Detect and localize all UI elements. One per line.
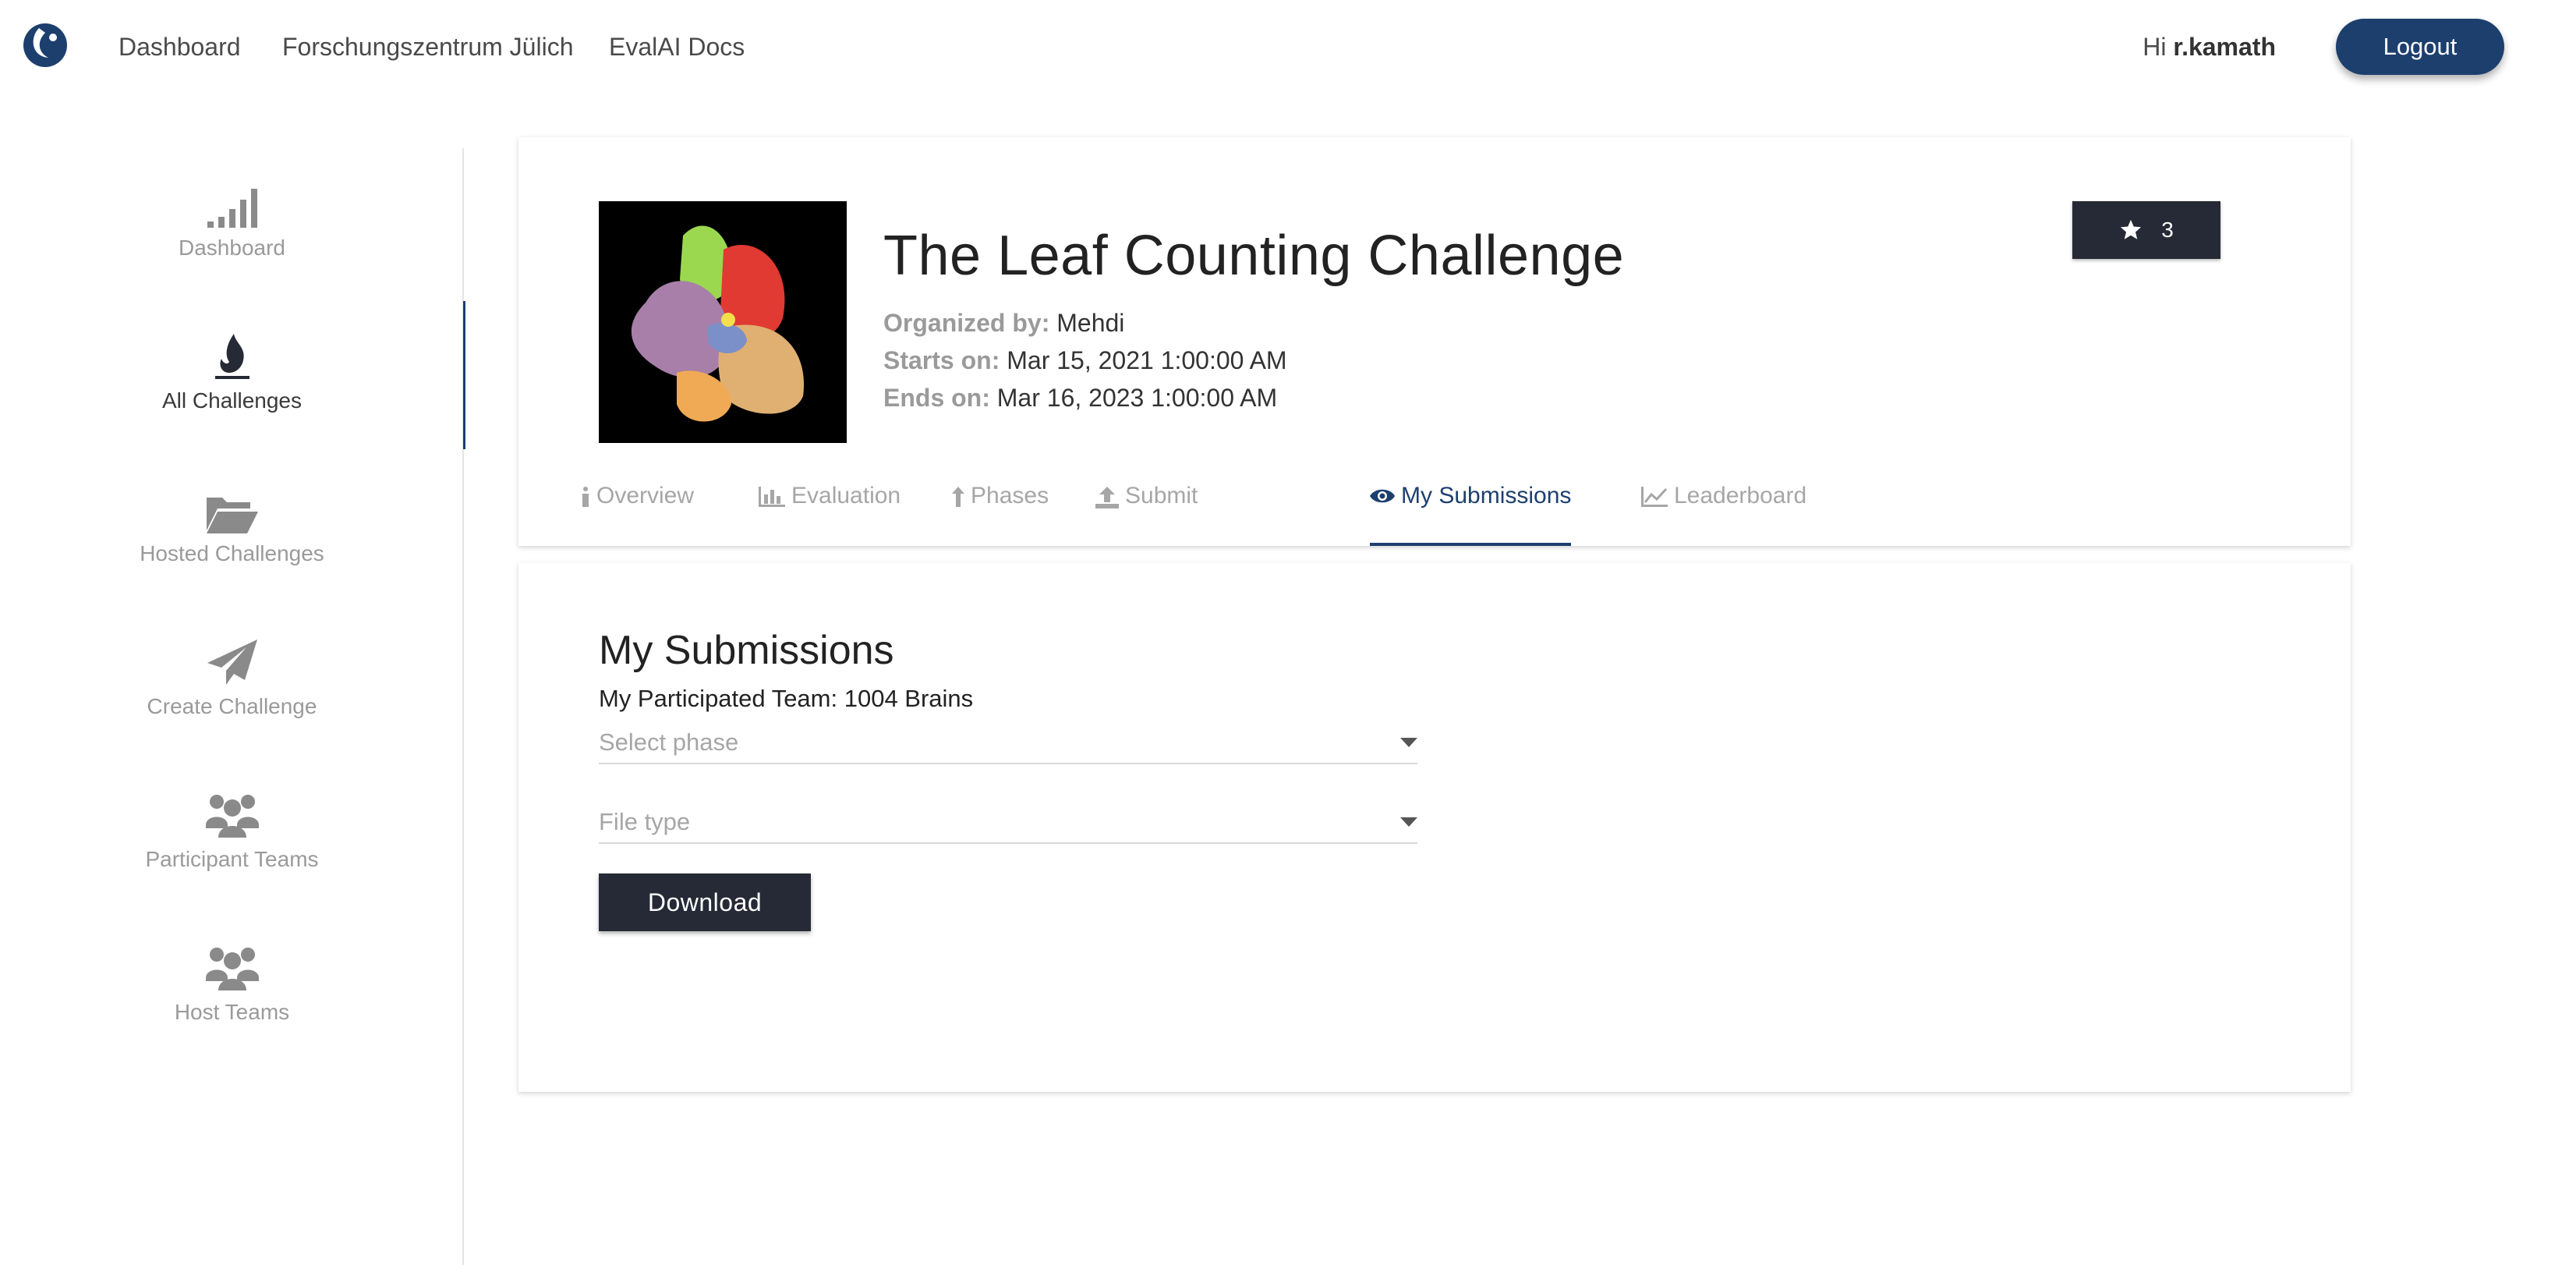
folder-open-icon [0, 487, 464, 533]
end-date-line: Ends on: Mar 16, 2023 1:00:00 AM [883, 382, 1277, 413]
ends-on-label: Ends on: [883, 384, 990, 412]
arrow-up-icon [952, 487, 964, 507]
star-button[interactable]: 3 [2072, 201, 2220, 259]
nav-dashboard-link[interactable]: Dashboard [119, 31, 241, 62]
logout-button[interactable]: Logout [2336, 19, 2504, 75]
section-title: My Submissions [599, 628, 894, 673]
download-button[interactable]: Download [599, 873, 811, 931]
info-icon [582, 487, 589, 507]
tab-label: My Submissions [1401, 483, 1572, 508]
eye-icon [1370, 489, 1395, 503]
tab-my-submissions[interactable]: My Submissions [1370, 480, 1572, 546]
star-count: 3 [2161, 218, 2174, 242]
sidebar-item-participant-teams[interactable]: Participant Teams [0, 760, 464, 908]
sidebar-item-host-teams[interactable]: Host Teams [0, 912, 464, 1061]
sidebar: Dashboard All Challenges Hosted Challeng… [0, 148, 465, 1265]
sidebar-item-dashboard[interactable]: Dashboard [0, 148, 464, 296]
users-icon [0, 792, 464, 839]
sidebar-item-create-challenge[interactable]: Create Challenge [0, 607, 464, 755]
sidebar-item-label: All Challenges [162, 388, 302, 413]
tab-submit[interactable]: Submit [1095, 480, 1198, 546]
organizer-line: Organized by: Mehdi [883, 307, 1124, 338]
submissions-card: My Submissions My Participated Team: 100… [518, 563, 2351, 1092]
file-type-placeholder: File type [599, 808, 691, 835]
sidebar-item-hosted-challenges[interactable]: Hosted Challenges [0, 454, 464, 602]
organizer-name: Mehdi [1056, 309, 1125, 337]
tab-label: Leaderboard [1674, 483, 1807, 508]
top-navbar: Dashboard Forschungszentrum Jülich EvalA… [0, 0, 2576, 94]
file-type-dropdown[interactable]: File type [599, 800, 1417, 844]
greeting-text: Hi [2143, 33, 2167, 61]
nav-host-org-link[interactable]: Forschungszentrum Jülich [282, 31, 573, 62]
select-phase-placeholder: Select phase [599, 728, 739, 756]
chevron-down-icon [1400, 817, 1417, 827]
user-greeting: Hi r.kamath [2143, 31, 2276, 62]
chevron-down-icon [1400, 738, 1417, 747]
upload-icon [1095, 487, 1119, 508]
tab-phases[interactable]: Phases [952, 480, 1049, 546]
start-date: Mar 15, 2021 1:00:00 AM [1007, 346, 1287, 374]
sidebar-item-label: Hosted Challenges [140, 541, 324, 565]
sidebar-item-label: Host Teams [174, 1000, 290, 1024]
username: r.kamath [2173, 33, 2276, 61]
tab-label: Evaluation [791, 483, 901, 508]
participated-team-text: My Participated Team: 1004 Brains [599, 685, 974, 712]
nav-docs-link[interactable]: EvalAI Docs [609, 31, 745, 62]
start-date-line: Starts on: Mar 15, 2021 1:00:00 AM [883, 345, 1287, 376]
organized-by-label: Organized by: [883, 309, 1050, 337]
starts-on-label: Starts on: [883, 346, 1000, 374]
evalai-logo-icon[interactable] [22, 22, 69, 69]
sidebar-item-label: Create Challenge [147, 694, 317, 718]
tab-overview[interactable]: Overview [581, 480, 694, 546]
fire-icon [0, 334, 464, 381]
sidebar-item-label: Participant Teams [145, 847, 319, 871]
bar-chart-icon [759, 487, 785, 507]
tab-label: Overview [596, 483, 695, 508]
challenge-title: The Leaf Counting Challenge [883, 225, 1625, 287]
tab-leaderboard[interactable]: Leaderboard [1641, 480, 1806, 546]
tab-label: Submit [1125, 483, 1198, 508]
paper-plane-icon [0, 640, 464, 686]
sidebar-item-label: Dashboard [179, 236, 285, 260]
signal-bars-icon [0, 181, 464, 228]
sidebar-item-all-challenges[interactable]: All Challenges [0, 301, 465, 449]
select-phase-dropdown[interactable]: Select phase [599, 721, 1417, 764]
star-icon [2121, 219, 2142, 239]
end-date: Mar 16, 2023 1:00:00 AM [996, 384, 1278, 412]
challenge-logo-image [599, 201, 847, 443]
challenge-header-card: The Leaf Counting Challenge Organized by… [518, 137, 2351, 546]
users-icon [0, 945, 464, 992]
tab-evaluation[interactable]: Evaluation [759, 480, 901, 546]
line-chart-icon [1641, 487, 1668, 507]
tab-label: Phases [971, 483, 1049, 508]
